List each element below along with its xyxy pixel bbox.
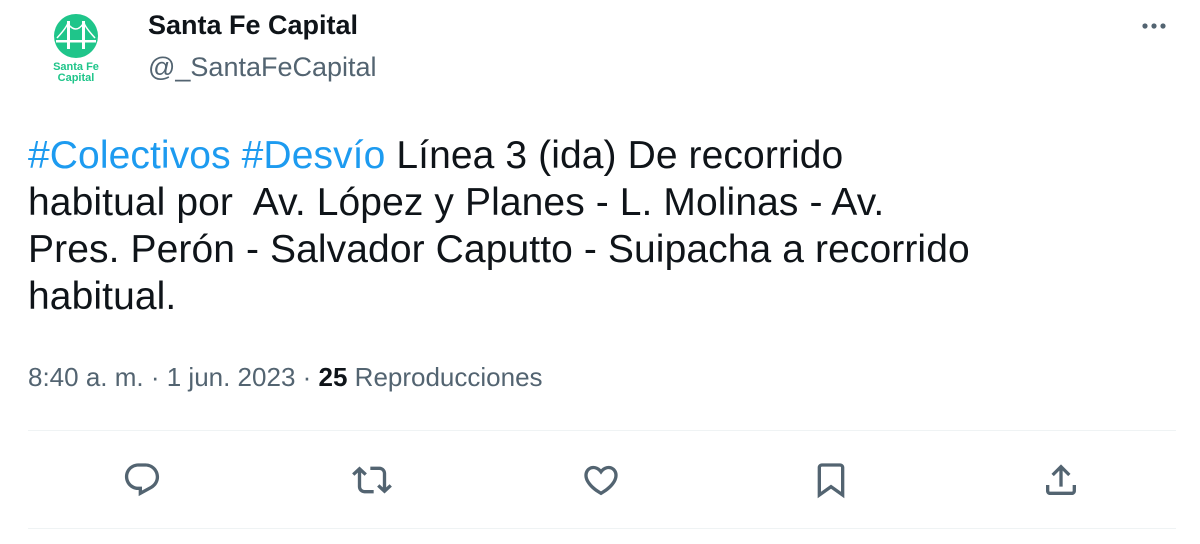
hashtag-link[interactable]: #Colectivos [28, 134, 231, 177]
hashtag-link[interactable]: #Desvío [242, 134, 386, 177]
retweet-icon [352, 466, 392, 494]
divider [28, 430, 1176, 431]
divider [28, 528, 1176, 529]
tweet-text-segment: habitual por Av. López y Planes - L. Mol… [28, 181, 885, 224]
avatar-text-line2: Capital [58, 72, 95, 84]
share-icon [1046, 464, 1076, 495]
like-icon [584, 465, 618, 496]
more-dots-icon [1142, 23, 1166, 29]
tweet-time[interactable]: 8:40 a. m. [28, 362, 144, 392]
tweet-text-segment: habitual. [28, 275, 177, 318]
tweet-text-line: #Colectivos #Desvío Línea 3 (ida) De rec… [28, 132, 1178, 179]
tweet-meta: 8:40 a. m. · 1 jun. 2023 · 25 Reproducci… [28, 362, 543, 393]
santa-fe-capital-logo-icon: Santa Fe Capital [32, 6, 120, 94]
like-button[interactable] [573, 452, 629, 508]
tweet-text-segment [231, 134, 242, 177]
avatar[interactable]: Santa Fe Capital [30, 4, 122, 96]
tweet-text: #Colectivos #Desvío Línea 3 (ida) De rec… [28, 132, 1178, 320]
tweet-text-segment: Pres. Perón - Salvador Caputto - Suipach… [28, 228, 970, 271]
share-button[interactable] [1033, 452, 1089, 508]
tweet-text-line: Pres. Perón - Salvador Caputto - Suipach… [28, 226, 1178, 273]
tweet-card: Santa Fe Capital Santa Fe Capital @_Sant… [0, 0, 1200, 544]
retweet-button[interactable] [344, 452, 400, 508]
bookmark-icon [817, 463, 845, 499]
meta-separator: · [295, 362, 319, 392]
meta-separator: · [143, 362, 167, 392]
bookmark-button[interactable] [803, 452, 859, 508]
action-bar [0, 452, 1200, 512]
tweet-date[interactable]: 1 jun. 2023 [167, 362, 296, 392]
tweet-text-line: habitual por Av. López y Planes - L. Mol… [28, 179, 1178, 226]
author-name[interactable]: Santa Fe Capital [148, 10, 358, 41]
reply-icon [124, 463, 160, 497]
author-handle[interactable]: @_SantaFeCapital [148, 52, 377, 83]
views-count[interactable]: 25 [319, 362, 348, 392]
reply-button[interactable] [114, 452, 170, 508]
views-label[interactable]: Reproducciones [347, 362, 543, 392]
more-options-button[interactable] [1132, 8, 1176, 44]
tweet-text-segment: Línea 3 (ida) De recorrido [385, 134, 844, 177]
tweet-text-line: habitual. [28, 273, 1178, 320]
